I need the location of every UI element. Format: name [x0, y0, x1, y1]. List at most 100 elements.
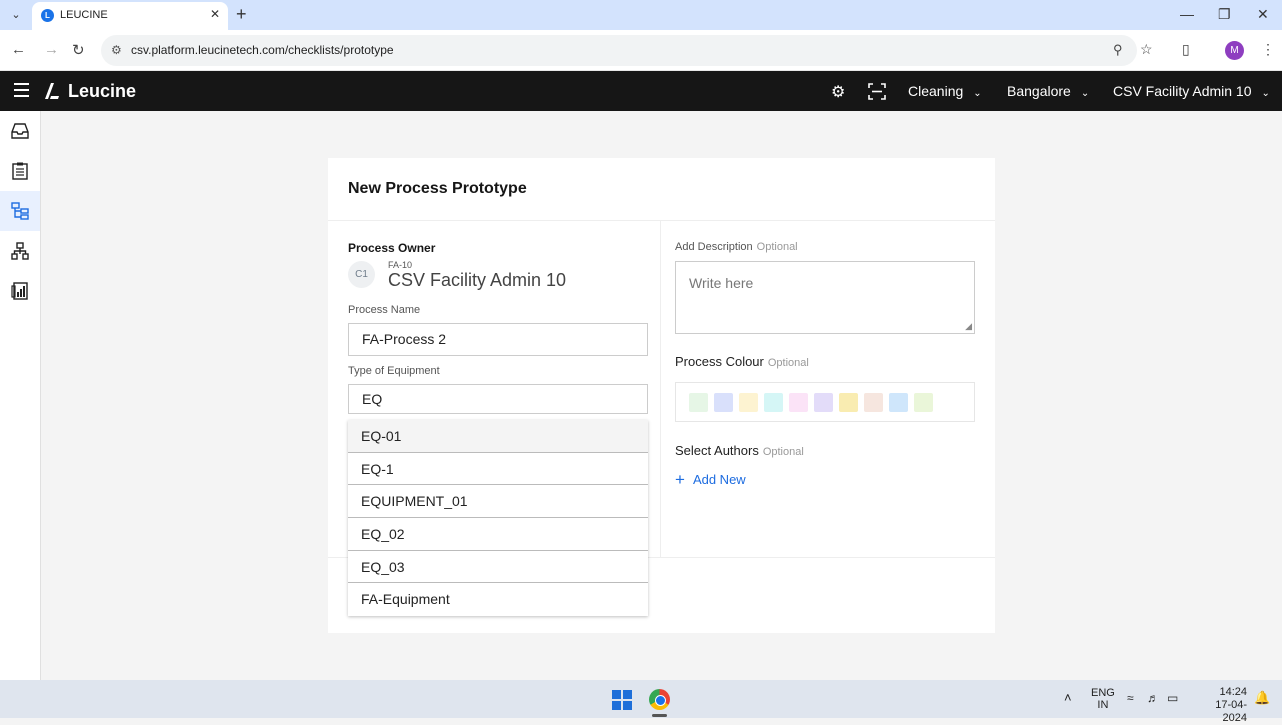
address-bar[interactable]: ⚙ csv.platform.leucinetech.com/checklist… — [101, 35, 1137, 66]
chrome-taskbar-icon[interactable] — [649, 689, 670, 710]
process-colour-label: Process Colour Optional — [675, 354, 809, 369]
back-icon[interactable]: ← — [11, 41, 26, 58]
colour-swatch[interactable] — [914, 393, 933, 412]
equipment-type-input[interactable]: EQ — [348, 384, 648, 414]
description-label-text: Add Description — [675, 241, 753, 253]
clock-time: 14:24 — [1219, 686, 1247, 698]
process-colour-label-text: Process Colour — [675, 354, 764, 369]
process-name-label: Process Name — [348, 304, 421, 316]
colour-swatch[interactable] — [839, 393, 858, 412]
page-title: New Process Prototype — [348, 180, 527, 197]
description-textarea[interactable]: Write here ◢ — [675, 261, 975, 334]
extensions-icon[interactable]: ▯ — [1182, 41, 1190, 58]
language-code: ENG — [1091, 687, 1115, 699]
colour-swatch[interactable] — [689, 393, 708, 412]
chevron-down-icon: ⌄ — [1261, 88, 1270, 99]
browser-toolbar: ← → ↻ ⚙ csv.platform.leucinetech.com/che… — [0, 30, 1282, 71]
process-name-input[interactable]: FA-Process 2 — [348, 323, 648, 356]
facility-selector[interactable]: Cleaning ⌄ — [908, 83, 982, 99]
user-selector-label: CSV Facility Admin 10 — [1113, 83, 1252, 99]
colour-swatch[interactable] — [889, 393, 908, 412]
wifi-icon[interactable]: ≈ — [1127, 691, 1134, 705]
colour-optional-tag: Optional — [767, 357, 809, 369]
dropdown-option[interactable]: EQ_03 — [348, 551, 648, 584]
rail-reports[interactable] — [0, 271, 40, 311]
tray-overflow-chevron-icon[interactable]: ˄ — [1064, 690, 1072, 705]
new-tab-icon[interactable]: + — [236, 4, 247, 25]
notification-bell-icon[interactable]: 🔔 — [1254, 690, 1270, 706]
settings-gear-icon[interactable]: ⚙ — [831, 82, 845, 102]
site-info-icon[interactable]: ⚙ — [111, 43, 122, 57]
dropdown-option[interactable]: FA-Equipment — [348, 583, 648, 616]
dropdown-option[interactable]: EQUIPMENT_01 — [348, 485, 648, 519]
resize-handle-icon[interactable]: ◢ — [965, 321, 972, 332]
process-tree-icon — [11, 202, 29, 220]
battery-icon[interactable]: ▭ — [1167, 691, 1178, 705]
window-close-icon[interactable]: ✕ — [1257, 6, 1269, 23]
reload-icon[interactable]: ↻ — [72, 41, 85, 59]
facility-selector-label: Cleaning — [908, 83, 964, 99]
windows-start-icon[interactable] — [612, 690, 632, 710]
language-indicator[interactable]: ENG IN — [1091, 687, 1115, 711]
scan-icon[interactable] — [868, 83, 886, 100]
dropdown-option[interactable]: EQ_02 — [348, 518, 648, 551]
chevron-down-icon: ⌄ — [1080, 88, 1090, 99]
chevron-down-icon: ⌄ — [973, 88, 982, 99]
windows-taskbar: ˄ ENG IN ≈ ♬ ▭ 14:24 17-04-2024 🔔 — [0, 680, 1282, 724]
tab-title: LEUCINE — [60, 9, 108, 21]
add-author-button[interactable]: + Add New — [675, 470, 746, 490]
description-placeholder: Write here — [689, 275, 754, 291]
restore-icon[interactable]: ❐ — [1218, 6, 1231, 23]
active-app-indicator — [652, 714, 667, 717]
colour-swatch[interactable] — [864, 393, 883, 412]
dropdown-option[interactable]: EQ-1 — [348, 453, 648, 486]
inbox-icon — [11, 123, 29, 139]
hamburger-menu-icon[interactable] — [14, 83, 29, 97]
colour-swatch[interactable] — [714, 393, 733, 412]
add-new-label: Add New — [692, 472, 746, 487]
rail-inbox[interactable] — [0, 111, 40, 151]
owner-avatar: C1 — [348, 261, 375, 288]
rail-ontology[interactable] — [0, 231, 40, 271]
password-key-icon[interactable]: ⚲ — [1113, 42, 1123, 58]
owner-name: CSV Facility Admin 10 — [388, 270, 567, 290]
hierarchy-icon — [11, 242, 29, 260]
plus-icon: + — [675, 470, 685, 489]
url-text[interactable]: csv.platform.leucinetech.com/checklists/… — [131, 43, 394, 57]
leucine-favicon-icon: L — [41, 9, 54, 22]
user-selector[interactable]: CSV Facility Admin 10 ⌄ — [1113, 83, 1270, 99]
bookmark-star-icon[interactable]: ☆ — [1140, 41, 1153, 58]
volume-icon[interactable]: ♬ — [1147, 691, 1159, 705]
rail-checklists[interactable] — [0, 151, 40, 191]
colour-swatch[interactable] — [764, 393, 783, 412]
left-navigation-rail — [0, 111, 41, 680]
region-code: IN — [1097, 699, 1109, 711]
browser-tab-strip: ⌄ L LEUCINE ✕ + — ❐ ✕ — [0, 0, 1282, 30]
minimize-icon[interactable]: — — [1180, 6, 1194, 22]
select-authors-label-text: Select Authors — [675, 443, 759, 458]
description-label: Add Description Optional — [675, 241, 798, 253]
colour-swatch[interactable] — [739, 393, 758, 412]
process-owner-label: Process Owner — [348, 241, 436, 255]
tab-search-chevron-icon[interactable]: ⌄ — [6, 6, 26, 24]
new-process-card: New Process Prototype Process Owner C1 F… — [328, 158, 995, 633]
clock-date: 17-04-2024 — [1215, 699, 1247, 724]
dropdown-option[interactable]: EQ-01 — [348, 420, 648, 453]
app-header: Leucine ⚙ Cleaning ⌄ Bangalore ⌄ CSV Facil… — [0, 71, 1282, 111]
colour-swatch[interactable] — [814, 393, 833, 412]
location-selector[interactable]: Bangalore ⌄ — [1007, 83, 1089, 99]
forward-icon[interactable]: → — [44, 41, 59, 58]
browser-tab[interactable]: L LEUCINE ✕ — [32, 2, 228, 30]
colour-swatch[interactable] — [789, 393, 808, 412]
colour-swatch-picker — [675, 382, 975, 422]
profile-avatar[interactable]: M — [1225, 41, 1244, 60]
browser-menu-icon[interactable]: ⋮ — [1261, 41, 1275, 58]
authors-optional-tag: Optional — [762, 446, 804, 458]
column-divider — [660, 220, 661, 557]
rail-prototypes[interactable] — [0, 191, 40, 231]
clipboard-icon — [12, 162, 28, 180]
owner-id: FA-10 — [388, 260, 413, 270]
clock[interactable]: 14:24 17-04-2024 — [1193, 686, 1247, 725]
equipment-dropdown: EQ-01 EQ-1 EQUIPMENT_01 EQ_02 EQ_03 FA-E… — [348, 420, 648, 617]
tab-close-icon[interactable]: ✕ — [210, 7, 220, 21]
